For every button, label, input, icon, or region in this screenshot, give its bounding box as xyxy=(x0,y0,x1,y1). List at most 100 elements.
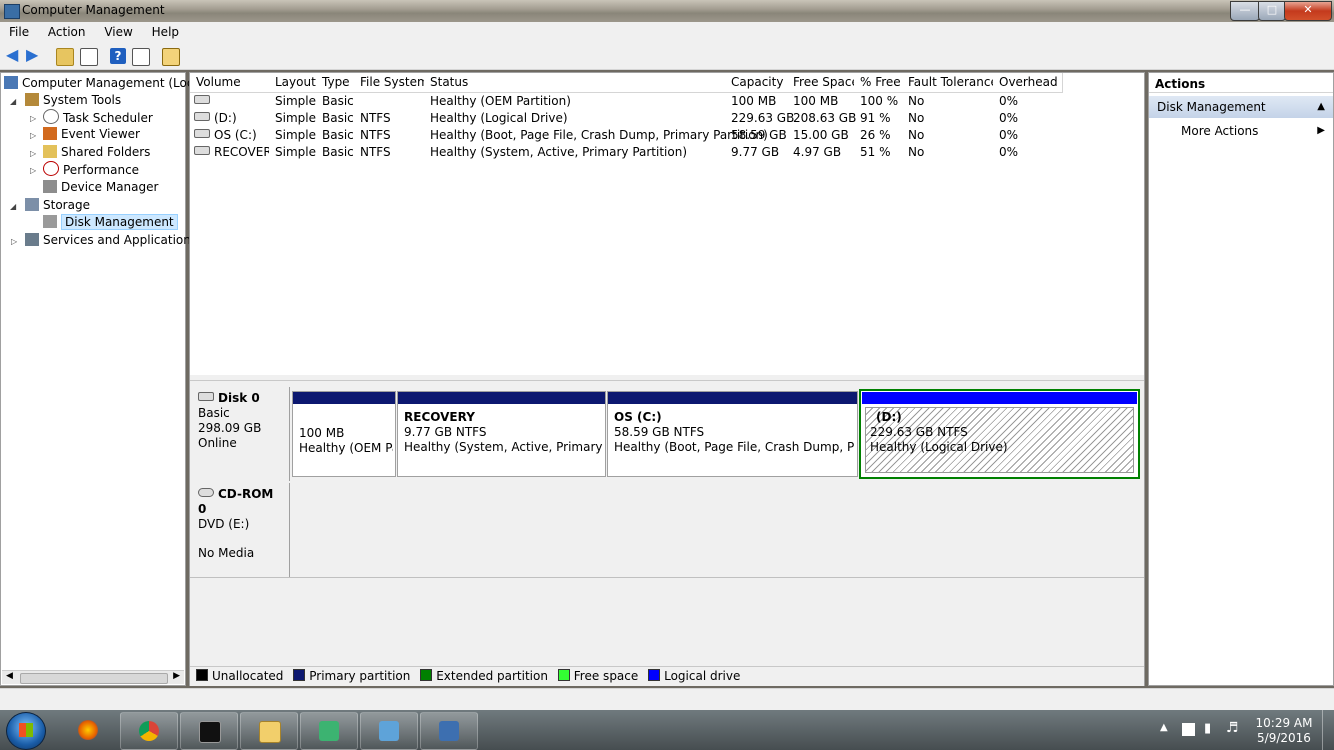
collapse-arrow-icon[interactable]: ◢ xyxy=(10,202,16,211)
menu-action[interactable]: Action xyxy=(42,22,92,42)
tree-item-disk-management[interactable]: Disk Management xyxy=(43,214,178,231)
column-header-capacity[interactable]: Capacity xyxy=(725,73,794,93)
fault-tolerance-cell: No xyxy=(908,145,925,159)
partition-recovery[interactable]: RECOVERY 9.77 GB NTFS Healthy (System, A… xyxy=(397,391,606,477)
legend-swatch xyxy=(648,669,661,681)
legend-swatch xyxy=(196,669,208,681)
maximize-button[interactable]: □ xyxy=(1258,1,1286,21)
disk-0-type: Basic xyxy=(198,406,230,420)
expand-arrow-icon[interactable]: ▷ xyxy=(30,114,36,123)
file-system-cell: NTFS xyxy=(360,111,391,125)
percent-free-cell: 51 % xyxy=(860,145,891,159)
tree-item-event-viewer[interactable]: Event Viewer xyxy=(43,126,140,143)
column-header-free-space[interactable]: Free Space xyxy=(787,73,861,93)
fault-tolerance-cell: No xyxy=(908,94,925,108)
event-viewer-icon xyxy=(43,127,57,140)
show-hide-action-pane-icon[interactable] xyxy=(132,48,150,66)
properties-icon[interactable] xyxy=(162,48,180,66)
column-header-overhead[interactable]: Overhead xyxy=(993,73,1063,93)
expand-arrow-icon[interactable]: ▷ xyxy=(30,149,36,158)
taskbar-app-1[interactable] xyxy=(300,712,358,750)
legend-swatch xyxy=(557,669,570,681)
volume-icon[interactable]: ♬ xyxy=(1226,720,1239,736)
actions-pane: Actions Disk Management ▲ More Actions ▶ xyxy=(1148,72,1334,686)
start-button[interactable] xyxy=(6,712,46,750)
actions-section-disk-management[interactable]: Disk Management ▲ xyxy=(1149,96,1333,118)
tree-item-storage[interactable]: Storage xyxy=(25,197,90,214)
expand-arrow-icon[interactable]: ▷ xyxy=(30,131,36,140)
shared-folder-icon xyxy=(43,145,57,158)
tree-item-shared-folders[interactable]: Shared Folders xyxy=(43,144,150,161)
up-folder-icon[interactable] xyxy=(56,48,74,66)
show-hidden-icons-icon[interactable]: ▲ xyxy=(1160,722,1168,733)
show-hide-tree-icon[interactable] xyxy=(80,48,98,66)
help-icon[interactable]: ? xyxy=(110,48,126,64)
tree-item-device-manager[interactable]: Device Manager xyxy=(43,179,158,196)
column-header-layout[interactable]: Layout xyxy=(269,73,323,93)
tree-horizontal-scrollbar[interactable]: ◀ ▶ xyxy=(2,670,184,684)
close-button[interactable]: ✕ xyxy=(1284,1,1332,21)
partition-d[interactable]: (D:) 229.63 GB NTFS Healthy (Logical Dri… xyxy=(859,389,1140,479)
column-header-volume[interactable]: Volume xyxy=(190,73,276,93)
taskbar-explorer[interactable] xyxy=(240,712,298,750)
scroll-left-icon[interactable]: ◀ xyxy=(6,671,13,681)
column-header-status[interactable]: Status xyxy=(424,73,732,93)
tree-item-task-scheduler[interactable]: Task Scheduler xyxy=(43,109,153,126)
legend-swatch xyxy=(420,669,433,681)
partition-oem-text: 100 MB Healthy (OEM Pa xyxy=(299,426,393,455)
more-actions-item[interactable]: More Actions ▶ xyxy=(1149,121,1333,141)
taskbar-command-prompt[interactable] xyxy=(180,712,238,750)
tree-item-system-tools[interactable]: System Tools xyxy=(25,92,121,109)
logical-drive-bar xyxy=(862,392,1137,404)
volume-cell: (D:) xyxy=(194,110,269,127)
disk-0-label[interactable]: Disk 0 Basic 298.09 GB Online xyxy=(190,387,290,481)
status-cell: Healthy (OEM Partition) xyxy=(430,94,571,108)
menu-file[interactable]: File xyxy=(3,22,35,42)
scroll-right-icon[interactable]: ▶ xyxy=(173,671,180,681)
disk-management-selected-label: Disk Management xyxy=(61,214,178,230)
partition-oem[interactable]: 100 MB Healthy (OEM Pa xyxy=(292,391,396,477)
back-arrow-icon[interactable]: ◀ xyxy=(6,47,22,64)
column-header-file-system[interactable]: File System xyxy=(354,73,431,93)
volume-cell: RECOVERY xyxy=(194,144,269,161)
column-header-percent-free[interactable]: % Free xyxy=(854,73,909,93)
taskbar-app-2[interactable] xyxy=(360,712,418,750)
free-space-cell: 208.63 GB xyxy=(793,111,857,125)
clock[interactable]: 10:29 AM 5/9/2016 xyxy=(1252,716,1316,746)
performance-icon xyxy=(43,161,59,176)
tree-item-performance[interactable]: Performance xyxy=(43,161,139,178)
forward-arrow-icon[interactable]: ▶ xyxy=(26,47,42,64)
expand-arrow-icon[interactable]: ▷ xyxy=(30,166,36,175)
cdrom-0-label[interactable]: CD-ROM 0 DVD (E:) No Media xyxy=(190,483,290,577)
minimize-button[interactable]: — xyxy=(1230,1,1260,21)
menu-bar: File Action View Help xyxy=(0,22,1334,43)
free-space-cell: 15.00 GB xyxy=(793,128,849,142)
volume-icon xyxy=(194,146,210,155)
taskbar-firefox[interactable] xyxy=(60,712,116,748)
partition-os-c[interactable]: OS (C:) 58.59 GB NTFS Healthy (Boot, Pag… xyxy=(607,391,858,477)
network-icon[interactable]: ▮ xyxy=(1204,721,1211,736)
window-title: Computer Management xyxy=(22,3,165,17)
menu-help[interactable]: Help xyxy=(146,22,185,42)
title-bar[interactable]: Computer Management — □ ✕ xyxy=(0,0,1334,22)
flag-icon[interactable] xyxy=(1182,723,1195,736)
collapse-up-icon[interactable]: ▲ xyxy=(1317,96,1325,118)
status-cell: Healthy (Boot, Page File, Crash Dump, Pr… xyxy=(430,128,768,142)
scroll-thumb[interactable] xyxy=(20,673,168,684)
show-desktop-button[interactable] xyxy=(1322,710,1334,750)
taskbar-chrome[interactable] xyxy=(120,712,178,750)
menu-view[interactable]: View xyxy=(98,22,138,42)
percent-free-cell: 91 % xyxy=(860,111,891,125)
taskbar-computer-management[interactable] xyxy=(420,712,478,750)
cdrom-name-row: CD-ROM 0 xyxy=(198,487,274,516)
expand-arrow-icon[interactable]: ▷ xyxy=(11,237,17,246)
volume-cell xyxy=(194,93,269,110)
tools-icon xyxy=(25,93,39,106)
disk-management-icon xyxy=(43,215,57,228)
tree-item-services-and-applications[interactable]: Services and Applications xyxy=(25,232,197,249)
tree-item-computer-management[interactable]: Computer Management (Local xyxy=(4,75,204,92)
legend-extended: Extended partition xyxy=(414,669,548,683)
column-header-fault-tolerance[interactable]: Fault Tolerance xyxy=(902,73,1000,93)
collapse-arrow-icon[interactable]: ◢ xyxy=(10,97,16,106)
layout-cell: Simple xyxy=(275,128,316,142)
